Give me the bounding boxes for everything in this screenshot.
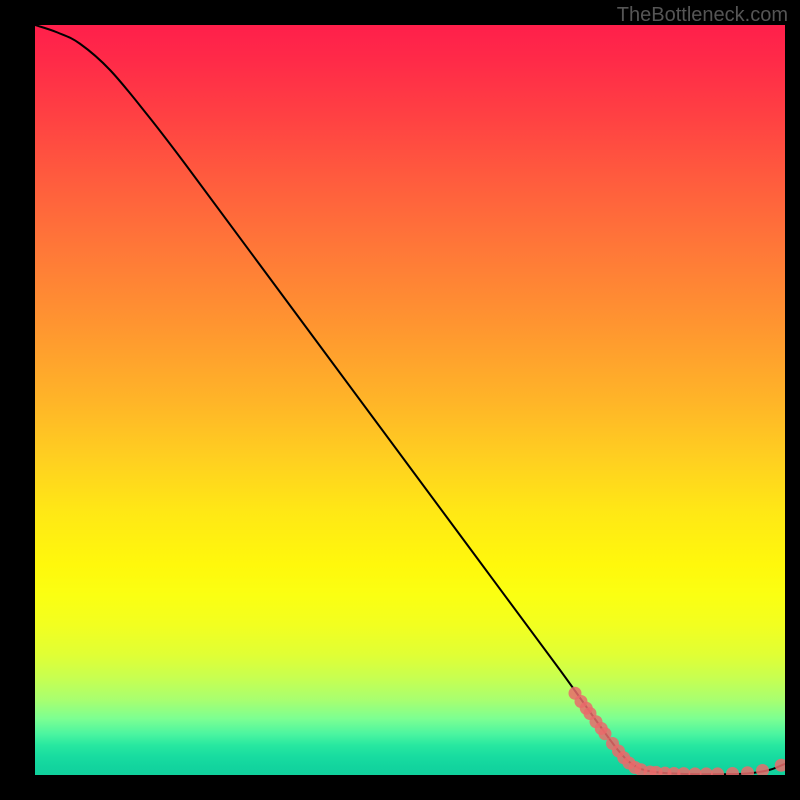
scatter-points — [569, 687, 786, 775]
chart-svg — [35, 25, 785, 775]
chart-container: TheBottleneck.com — [0, 0, 800, 800]
scatter-point — [741, 766, 754, 775]
scatter-point — [726, 767, 739, 775]
scatter-point — [775, 759, 785, 772]
scatter-point — [689, 767, 702, 775]
scatter-point — [677, 767, 690, 775]
watermark-text: TheBottleneck.com — [617, 4, 788, 27]
scatter-point — [756, 764, 769, 775]
scatter-point — [700, 767, 713, 775]
scatter-point — [711, 767, 724, 775]
plot-area — [35, 25, 785, 775]
bottleneck-curve — [35, 25, 785, 774]
